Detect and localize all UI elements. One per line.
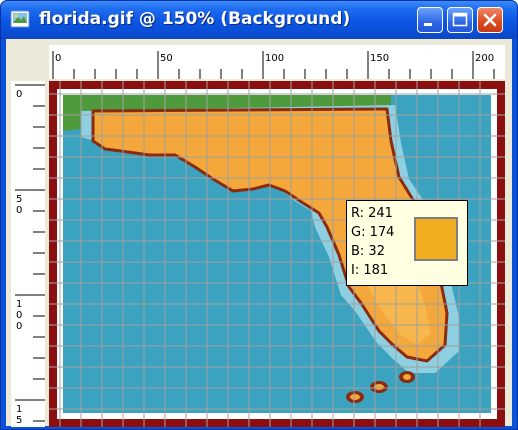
- ruler-label: 1: [16, 299, 22, 310]
- ruler-label: 5: [16, 415, 22, 426]
- ruler-corner: [11, 45, 45, 79]
- ruler-label: 200: [475, 53, 494, 64]
- green-value: G: 174: [351, 225, 395, 240]
- window-title: florida.gif @ 150% (Background): [39, 9, 351, 29]
- close-button[interactable]: [477, 7, 503, 33]
- vertical-ruler-labels: 05010015: [16, 89, 22, 426]
- vertical-ruler-ticks: [15, 84, 45, 422]
- maximize-icon: [452, 12, 468, 27]
- blue-value: B: 32: [351, 244, 385, 259]
- ruler-label: 5: [16, 194, 22, 205]
- ruler-label: 0: [16, 310, 22, 321]
- minimize-icon: [424, 23, 432, 26]
- intensity-value: I: 181: [351, 263, 389, 278]
- ruler-label: 0: [16, 321, 22, 332]
- key-island-land: [403, 374, 411, 380]
- ruler-label: 100: [265, 53, 284, 64]
- close-icon: [483, 13, 497, 27]
- ruler-label: 150: [370, 53, 389, 64]
- color-swatch: [414, 217, 458, 261]
- vertical-ruler[interactable]: 05010015: [11, 81, 45, 427]
- ruler-label: 50: [160, 53, 173, 64]
- ruler-label: 0: [16, 89, 22, 100]
- pixel-info-tooltip: R: 241 G: 174 B: 32 I: 181: [346, 200, 468, 286]
- ruler-label: 1: [16, 404, 22, 415]
- ruler-label: 0: [16, 205, 22, 216]
- image-window: florida.gif @ 150% (Background) 0 50 100 15…: [0, 0, 518, 430]
- minimize-button[interactable]: [417, 7, 443, 33]
- image-document-icon[interactable]: [10, 10, 30, 28]
- title-bar[interactable]: florida.gif @ 150% (Background): [1, 1, 517, 39]
- red-value: R: 241: [351, 206, 393, 221]
- horizontal-ruler-labels: 0 50 100 150 200: [55, 53, 494, 64]
- maximize-button[interactable]: [447, 7, 473, 33]
- horizontal-ruler[interactable]: 0 50 100 150 200: [49, 45, 505, 79]
- ruler-label: 0: [55, 53, 61, 64]
- key-island-land: [350, 394, 360, 400]
